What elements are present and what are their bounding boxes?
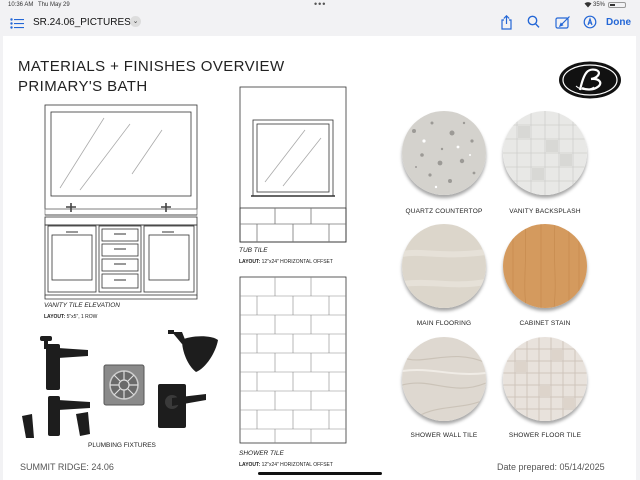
- shower-floor-tile-label: SHOWER FLOOR TILE: [508, 432, 582, 439]
- vanity-backsplash-label: VANITY BACKSPLASH: [509, 208, 581, 215]
- home-indicator[interactable]: [258, 472, 382, 475]
- vanity-elevation-drawing: [44, 104, 198, 305]
- quartz-countertop-swatch: [402, 111, 486, 195]
- page-title: MATERIALS + FINISHES OVERVIEW: [18, 58, 285, 75]
- battery-percent: 35%: [593, 2, 606, 8]
- wifi-icon: [584, 1, 592, 10]
- tub-faucet-image: [18, 392, 96, 445]
- done-button[interactable]: Done: [606, 17, 631, 28]
- company-logo: [558, 60, 622, 100]
- plumbing-label: PLUMBING FIXTURES: [88, 442, 156, 449]
- viewer-toolbar: SR.24.06_PICTURES ⌄ Done: [0, 10, 640, 36]
- tub-layout-value: 12"x24" HORIZONTAL OFFSET: [260, 259, 333, 265]
- status-date: Thu May 29: [38, 2, 70, 8]
- main-flooring-swatch: [402, 224, 486, 308]
- shower-floor-tile-swatch: [503, 337, 587, 421]
- shower-drain-image: [103, 364, 145, 411]
- shower-caption: SHOWER TILE: [239, 450, 284, 457]
- faucet-image: [38, 336, 94, 397]
- title-chevron-icon[interactable]: ⌄: [130, 16, 141, 27]
- tub-layout: LAYOUT: 12"x24" HORIZONTAL OFFSET: [239, 259, 333, 265]
- shower-layout-key: LAYOUT:: [239, 462, 261, 468]
- status-bar: 10:36 AM Thu May 29 ••• 35%: [0, 0, 640, 10]
- vanity-layout-key: LAYOUT:: [44, 314, 66, 320]
- shower-layout: LAYOUT: 12"x24" HORIZONTAL OFFSET: [239, 462, 333, 468]
- status-time: 10:36 AM: [8, 2, 34, 8]
- markup-icon[interactable]: [555, 15, 571, 34]
- shower-wall-tile-swatch: [402, 337, 486, 421]
- cabinet-stain-label: CABINET STAIN: [519, 320, 571, 327]
- search-icon[interactable]: [527, 15, 540, 34]
- list-icon[interactable]: [10, 16, 24, 34]
- multitask-dots[interactable]: •••: [314, 0, 326, 9]
- shower-tile-drawing: [239, 276, 347, 451]
- vanity-layout: LAYOUT: 5"x5", 1 ROW: [44, 314, 97, 320]
- showerhead-image: [166, 328, 222, 379]
- tub-layout-key: LAYOUT:: [239, 259, 261, 265]
- footer-date: Date prepared: 05/14/2025: [497, 462, 605, 472]
- vanity-caption: VANITY TILE ELEVATION: [44, 302, 120, 309]
- document-title[interactable]: SR.24.06_PICTURES: [33, 17, 131, 28]
- shower-valve-image: [154, 378, 208, 435]
- tub-tile-drawing: [239, 86, 347, 249]
- annotate-icon[interactable]: [583, 15, 597, 34]
- battery-icon: [608, 2, 626, 8]
- share-icon[interactable]: [500, 14, 513, 35]
- cabinet-stain-swatch: [503, 224, 587, 308]
- tub-caption: TUB TILE: [239, 247, 268, 254]
- vanity-layout-value: 5"x5", 1 ROW: [65, 314, 98, 320]
- shower-layout-value: 12"x24" HORIZONTAL OFFSET: [260, 462, 333, 468]
- footer-project: SUMMIT RIDGE: 24.06: [20, 462, 114, 472]
- page-subtitle: PRIMARY'S BATH: [18, 78, 148, 95]
- vanity-backsplash-swatch: [503, 111, 587, 195]
